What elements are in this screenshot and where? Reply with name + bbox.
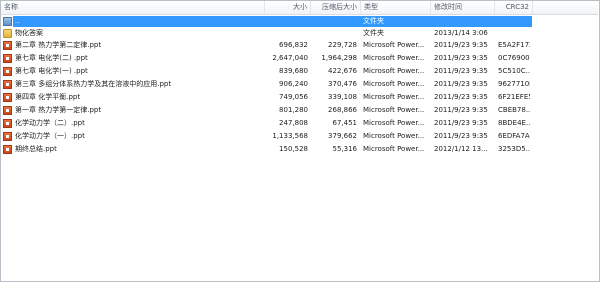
file-type: Microsoft Power... <box>363 132 425 140</box>
file-crc32: 6EDFA7AF <box>498 132 530 140</box>
file-size: 839,680 <box>279 67 308 75</box>
file-packed-size: 1,964,298 <box>321 54 357 62</box>
file-modified <box>434 16 504 27</box>
file-row[interactable]: 第四章 化学平衡.ppt 749,056 339,108 Microsoft P… <box>1 92 598 103</box>
file-modified: 2011/9/23 9:35 <box>434 80 488 88</box>
ppt-file-icon <box>3 93 12 102</box>
file-size: 749,056 <box>279 93 308 101</box>
file-modified: 2011/9/23 9:35 <box>434 132 488 140</box>
file-type: Microsoft Power... <box>363 41 425 49</box>
ppt-file-icon <box>3 54 12 63</box>
file-modified: 2011/9/23 9:35 <box>434 54 488 62</box>
file-packed-size: 67,451 <box>332 119 358 127</box>
column-header-type[interactable]: 类型 <box>361 1 431 14</box>
file-type: Microsoft Power... <box>363 106 425 114</box>
file-modified: 2012/1/12 13... <box>434 145 488 153</box>
file-type: 文件夹 <box>363 29 384 37</box>
file-crc32 <box>498 28 530 39</box>
file-packed-size: 422,676 <box>328 67 357 75</box>
ppt-file-icon <box>3 80 12 89</box>
file-name: 第四章 化学平衡.ppt <box>15 93 81 101</box>
file-modified: 2011/9/23 9:35 <box>434 67 488 75</box>
file-name: 物化答案 <box>15 29 43 37</box>
column-header-crc32[interactable]: CRC32 <box>495 1 533 14</box>
file-row[interactable]: 化学动力学（二）.ppt 247,808 67,451 Microsoft Po… <box>1 118 598 129</box>
file-packed-size: 268,866 <box>328 106 357 114</box>
file-row[interactable]: 物化答案 文件夹 2013/1/14 3:06 <box>1 28 598 39</box>
file-name: 第三章 多组分体系热力学及其在溶液中的应用.ppt <box>15 80 172 88</box>
column-header-packed-size[interactable]: 压缩后大小 <box>311 1 361 14</box>
ppt-file-icon <box>3 145 12 154</box>
file-crc32: CBEB78... <box>498 106 530 114</box>
folder-icon <box>3 29 12 38</box>
file-name: 第七章 电化学(一) .ppt <box>15 67 88 75</box>
file-type: Microsoft Power... <box>363 80 425 88</box>
file-packed-size: 370,476 <box>328 80 357 88</box>
file-size: 906,240 <box>279 80 308 88</box>
file-name: 第一章 热力学第一定律.ppt <box>15 106 102 114</box>
file-size: 247,808 <box>279 119 308 127</box>
file-type: 文件夹 <box>363 17 384 25</box>
file-packed-size <box>313 16 357 27</box>
file-name: 期终总结.ppt <box>15 145 57 153</box>
file-type: Microsoft Power... <box>363 54 425 62</box>
file-packed-size: 229,728 <box>328 41 357 49</box>
file-packed-size: 55,316 <box>332 145 358 153</box>
file-row[interactable]: 第七章 电化学(一) .ppt 839,680 422,676 Microsof… <box>1 66 598 77</box>
file-name: 化学动力学（二）.ppt <box>15 119 85 127</box>
file-size: 150,528 <box>279 145 308 153</box>
file-size: 2,647,040 <box>272 54 308 62</box>
ppt-file-icon <box>3 67 12 76</box>
file-name: 第二章 热力学第二定律.ppt <box>15 41 102 49</box>
ppt-file-icon <box>3 106 12 115</box>
column-header-modified[interactable]: 修改时间 <box>431 1 495 14</box>
file-type: Microsoft Power... <box>363 93 425 101</box>
file-name: .. <box>15 17 20 25</box>
ppt-file-icon <box>3 119 12 128</box>
file-crc32: 9627710D <box>498 80 530 88</box>
file-crc32: 8BDE4E... <box>498 119 530 127</box>
file-crc32: E5A2F172 <box>498 41 530 49</box>
column-header-name[interactable]: 名称 <box>1 1 265 14</box>
file-row-parent[interactable]: .. 文件夹 <box>1 16 598 27</box>
file-type: Microsoft Power... <box>363 145 425 153</box>
file-modified: 2013/1/14 3:06 <box>434 29 488 37</box>
file-size: 696,832 <box>279 41 308 49</box>
file-size: 1,133,568 <box>272 132 308 140</box>
file-modified: 2011/9/23 9:35 <box>434 119 488 127</box>
column-header-bar: 名称 大小 压缩后大小 类型 修改时间 CRC32 <box>1 1 598 15</box>
file-packed-size: 339,108 <box>328 93 357 101</box>
parent-folder-icon <box>3 17 12 26</box>
file-name: 第七章 电化学(二) .ppt <box>15 54 88 62</box>
file-row[interactable]: 第三章 多组分体系热力学及其在溶液中的应用.ppt 906,240 370,47… <box>1 79 598 90</box>
file-size <box>266 16 308 27</box>
file-type: Microsoft Power... <box>363 67 425 75</box>
file-modified: 2011/9/23 9:35 <box>434 106 488 114</box>
file-size <box>266 28 308 39</box>
file-crc32: 3253D5... <box>498 145 530 153</box>
file-packed-size: 379,662 <box>328 132 357 140</box>
file-modified: 2011/9/23 9:35 <box>434 93 488 101</box>
ppt-file-icon <box>3 41 12 50</box>
file-row[interactable]: 第一章 热力学第一定律.ppt 801,280 268,866 Microsof… <box>1 105 598 116</box>
file-crc32 <box>498 16 530 27</box>
file-crc32: 5C510C... <box>498 67 530 75</box>
file-row[interactable]: 第二章 热力学第二定律.ppt 696,832 229,728 Microsof… <box>1 40 598 51</box>
file-modified: 2011/9/23 9:35 <box>434 41 488 49</box>
file-name: 化学动力学（一）.ppt <box>15 132 85 140</box>
file-row[interactable]: 化学动力学（一）.ppt 1,133,568 379,662 Microsoft… <box>1 131 598 142</box>
file-packed-size <box>313 28 357 39</box>
file-crc32: 6F21EFE5 <box>498 93 530 101</box>
file-row[interactable]: 第七章 电化学(二) .ppt 2,647,040 1,964,298 Micr… <box>1 53 598 64</box>
file-row[interactable]: 期终总结.ppt 150,528 55,316 Microsoft Power.… <box>1 144 598 155</box>
column-header-size[interactable]: 大小 <box>265 1 311 14</box>
ppt-file-icon <box>3 132 12 141</box>
file-type: Microsoft Power... <box>363 119 425 127</box>
file-crc32: 0C76900B <box>498 54 530 62</box>
file-size: 801,280 <box>279 106 308 114</box>
